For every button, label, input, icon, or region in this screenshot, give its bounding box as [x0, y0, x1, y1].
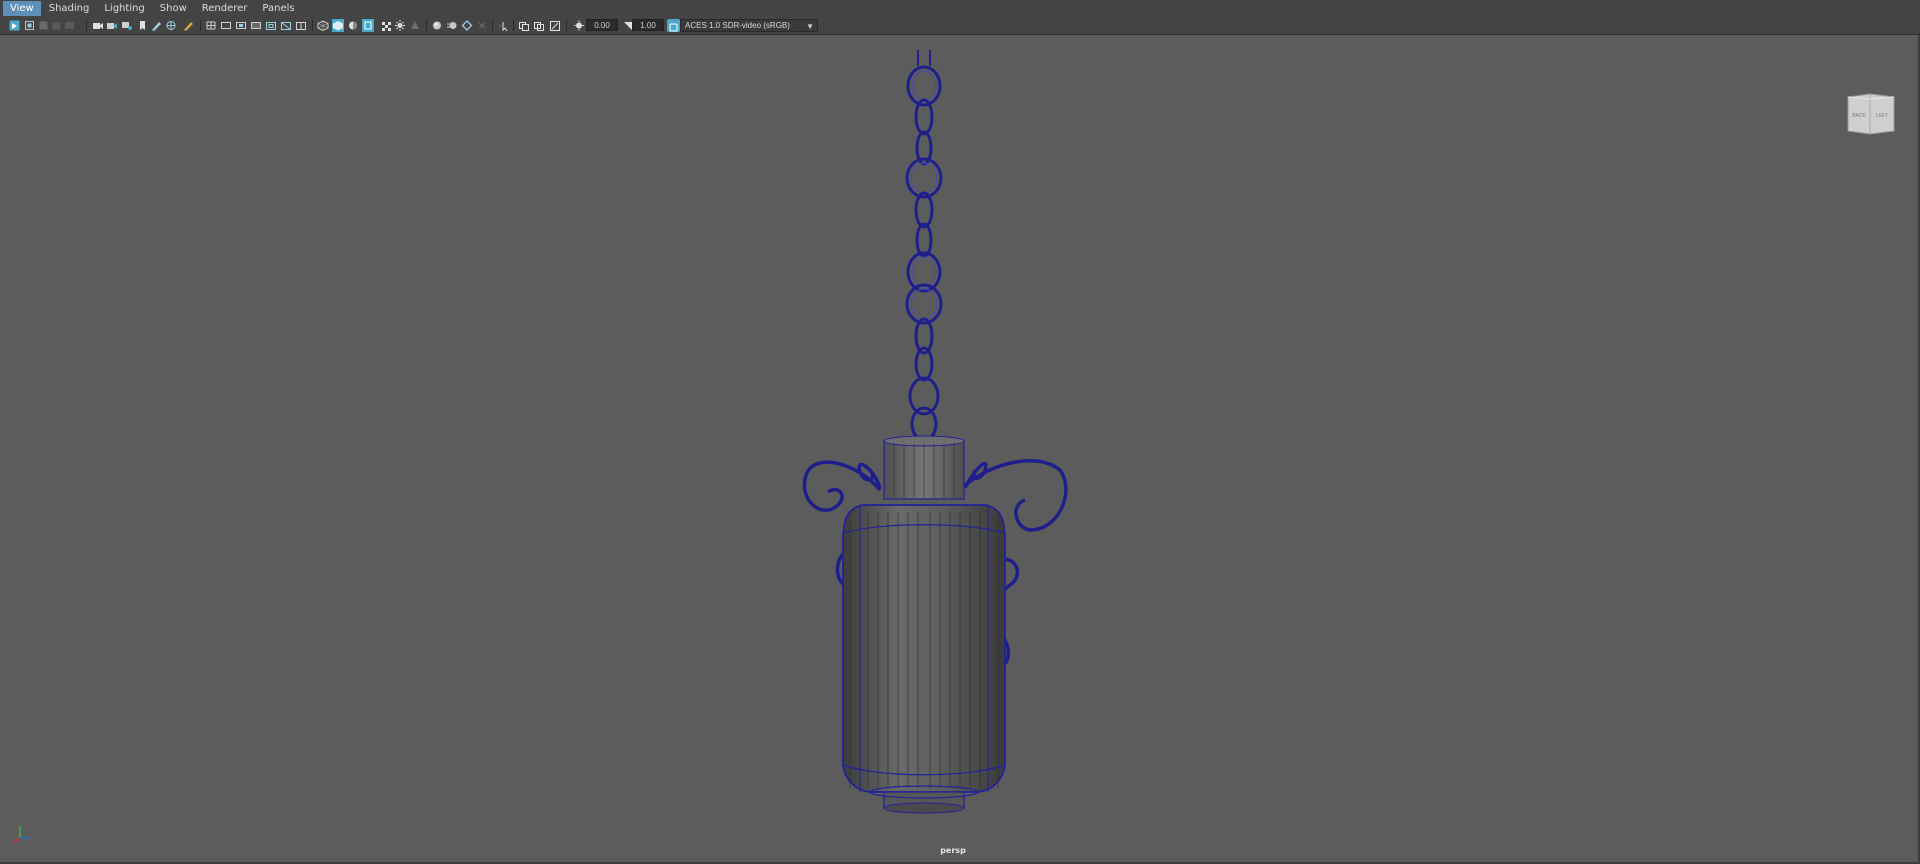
xray-joints-icon[interactable] — [533, 19, 545, 32]
lantern-neck — [883, 435, 965, 500]
two-d-pan-icon[interactable] — [64, 19, 75, 32]
shadows-icon[interactable] — [409, 19, 421, 32]
menu-show[interactable]: Show — [153, 1, 194, 16]
field-chart-icon[interactable] — [265, 19, 277, 32]
color-management-toggle[interactable] — [667, 19, 680, 32]
smooth-shade-all-icon[interactable] — [332, 19, 344, 32]
chevron-down-icon: ▼ — [806, 22, 814, 31]
motion-blur-icon[interactable] — [446, 19, 458, 32]
use-all-lights-icon[interactable] — [394, 19, 406, 32]
gate-mask-icon[interactable] — [250, 19, 262, 32]
multisample-aa-icon[interactable] — [461, 19, 473, 32]
isolate-select-icon[interactable] — [497, 19, 509, 32]
depth-of-field-icon[interactable] — [476, 19, 488, 32]
resolution-gate-toggle-icon[interactable] — [235, 19, 247, 32]
menu-renderer[interactable]: Renderer — [195, 1, 255, 16]
view-transform-dropdown[interactable]: ACES 1.0 SDR-video (sRGB) ▼ — [680, 19, 818, 32]
cube-face-left: LEFT — [1876, 113, 1888, 119]
gamma-field[interactable]: 1.00 — [632, 19, 664, 31]
xray-icon[interactable] — [518, 19, 530, 32]
menu-lighting[interactable]: Lighting — [97, 1, 151, 16]
menu-view[interactable]: View — [3, 1, 41, 16]
cube-face-back: BACK — [1852, 113, 1866, 119]
panel-menu-bar: View Shading Lighting Show Renderer Pane… — [0, 0, 1920, 17]
select-camera-icon[interactable] — [9, 19, 20, 32]
view-transform-value: ACES 1.0 SDR-video (sRGB) — [685, 21, 790, 30]
menu-panels[interactable]: Panels — [255, 1, 301, 16]
camera-move-icon[interactable] — [165, 19, 177, 32]
resolution-gate-icon[interactable] — [121, 19, 133, 32]
grease-pencil-icon[interactable] — [150, 19, 162, 32]
scene-canvas[interactable] — [0, 35, 1920, 864]
camera-lock-icon[interactable] — [92, 19, 104, 32]
screen-space-ao-icon[interactable] — [431, 19, 443, 32]
world-axis-indicator — [12, 826, 30, 844]
maya-viewport-panel: View Shading Lighting Show Renderer Pane… — [0, 0, 1920, 864]
camera-name-label: persp — [940, 846, 966, 855]
default-material-icon[interactable] — [347, 19, 359, 32]
safe-action-icon[interactable] — [280, 19, 292, 32]
film-gate-toggle-icon[interactable] — [220, 19, 232, 32]
menu-shading[interactable]: Shading — [42, 1, 97, 16]
3d-viewport[interactable]: BACK LEFT persp — [0, 35, 1920, 864]
film-gate-icon[interactable] — [106, 19, 118, 32]
lantern-body — [842, 504, 1006, 814]
safe-title-icon[interactable] — [295, 19, 307, 32]
pencil-icon[interactable] — [182, 19, 194, 32]
exposure-icon[interactable] — [573, 19, 585, 32]
lantern-chain — [905, 50, 943, 442]
bookmark-icon[interactable] — [138, 19, 147, 32]
wireframe-icon[interactable] — [317, 19, 329, 32]
camera-attributes-icon[interactable] — [24, 19, 35, 32]
view-cube[interactable]: BACK LEFT — [1846, 93, 1896, 135]
bookmarks-icon[interactable] — [38, 19, 49, 32]
exposure-field[interactable]: 0.00 — [586, 19, 618, 31]
grid-icon[interactable] — [205, 19, 217, 32]
textured-icon[interactable] — [380, 19, 392, 32]
xray-components-icon[interactable] — [549, 19, 561, 32]
panel-toolbar: 0.00 1.00 ACES 1.0 SDR-video (sRGB) ▼ — [0, 17, 1920, 35]
image-plane-icon[interactable] — [51, 19, 62, 32]
wireframe-on-shaded-icon[interactable] — [362, 19, 374, 32]
